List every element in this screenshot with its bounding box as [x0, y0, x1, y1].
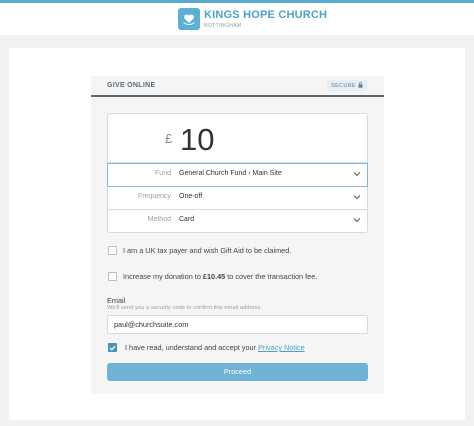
- frequency-select[interactable]: Frequency One-off: [107, 187, 368, 210]
- privacy-notice-link[interactable]: Privacy Notice: [258, 343, 305, 352]
- lock-icon: [358, 81, 363, 90]
- chevron-down-icon: [353, 172, 361, 177]
- proceed-button[interactable]: Proceed: [107, 363, 368, 381]
- amount-value[interactable]: 10: [180, 122, 214, 158]
- fee-checkbox[interactable]: [108, 272, 117, 281]
- gift-aid-text: I am a UK tax payer and wish Gift Aid to…: [123, 246, 292, 255]
- frequency-value: One-off: [179, 193, 203, 200]
- email-label: Email: [107, 296, 126, 305]
- privacy-text: I have read, understand and accept your …: [125, 343, 305, 352]
- gift-aid-checkbox[interactable]: [108, 246, 117, 255]
- chevron-down-icon: [353, 195, 361, 200]
- title-divider: [91, 95, 384, 97]
- checkmark-icon: [109, 345, 116, 351]
- site-header: KINGS HOPE CHURCH NOTTINGHAM: [0, 3, 474, 35]
- email-field[interactable]: [107, 315, 368, 334]
- privacy-checkbox[interactable]: [108, 343, 117, 352]
- church-name: KINGS HOPE CHURCH: [204, 9, 328, 21]
- give-online-title: GIVE ONLINE: [107, 82, 156, 89]
- fund-label: Fund: [155, 170, 171, 177]
- chevron-down-icon: [353, 218, 361, 223]
- currency-symbol: £: [165, 131, 173, 146]
- secure-label: SECURE: [331, 82, 356, 89]
- email-help-text: We'll send you a security code to confir…: [107, 305, 263, 311]
- method-select[interactable]: Method Card: [107, 210, 368, 233]
- method-value: Card: [179, 216, 195, 223]
- fund-select[interactable]: Fund General Church Fund › Main Site: [107, 163, 368, 187]
- secure-badge: SECURE: [327, 80, 367, 91]
- heart-in-hand-icon: [178, 8, 200, 30]
- method-label: Method: [147, 216, 171, 223]
- frequency-label: Frequency: [137, 193, 171, 200]
- church-location: NOTTINGHAM: [204, 23, 242, 29]
- fee-text: Increase my donation to £10.45 to cover …: [123, 272, 318, 281]
- fund-value: General Church Fund › Main Site: [179, 170, 282, 177]
- fee-amount: £10.45: [202, 272, 226, 281]
- amount-input[interactable]: [107, 113, 368, 163]
